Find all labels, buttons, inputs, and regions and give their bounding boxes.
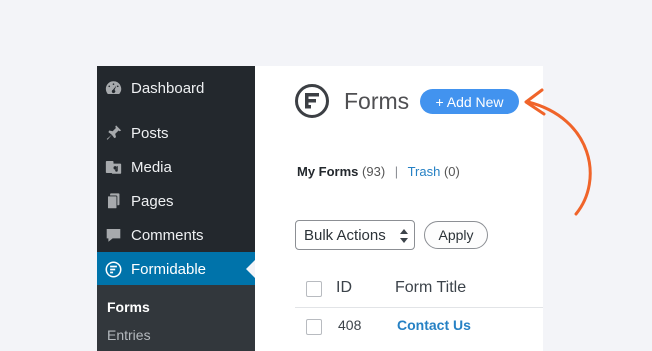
bulk-actions-select[interactable]: Bulk Actions [295, 220, 415, 250]
row-checkbox[interactable] [306, 319, 322, 335]
annotation-arrow-icon [524, 88, 592, 216]
sidebar-item-label: Dashboard [131, 79, 205, 97]
view-filter-links: My Forms (93) | Trash (0) [297, 164, 460, 179]
sidebar-item-formidable[interactable]: Formidable [97, 252, 255, 286]
sidebar-item-comments[interactable]: Comments [97, 218, 255, 252]
pin-icon [105, 125, 122, 142]
trash-link[interactable]: Trash [408, 164, 441, 179]
my-forms-count: (93) [362, 164, 386, 179]
formidable-submenu: Forms Entries [97, 285, 255, 351]
submenu-item-forms[interactable]: Forms [107, 299, 150, 315]
view-separator: | [394, 164, 399, 179]
sidebar-item-pages[interactable]: Pages [97, 184, 255, 218]
sidebar-item-label: Pages [131, 192, 174, 210]
column-header-id[interactable]: ID [336, 279, 352, 297]
sidebar-item-posts[interactable]: Posts [97, 116, 255, 150]
sidebar-item-label: Media [131, 158, 172, 176]
comment-icon [105, 227, 122, 244]
admin-sidebar: Dashboard Posts Media Pages Comments For… [97, 66, 255, 351]
select-all-checkbox[interactable] [306, 281, 322, 297]
sidebar-item-label: Formidable [131, 260, 207, 278]
bulk-actions-value: Bulk Actions [304, 226, 386, 244]
media-icon [105, 159, 122, 176]
sidebar-item-label: Posts [131, 124, 169, 142]
dashboard-icon [105, 80, 122, 97]
apply-button[interactable]: Apply [424, 221, 488, 249]
table-header: ID Form Title [295, 269, 543, 308]
form-id: 408 [338, 317, 362, 333]
sidebar-item-media[interactable]: Media [97, 150, 255, 184]
select-arrows-icon [400, 229, 408, 243]
submenu-item-entries[interactable]: Entries [107, 327, 151, 343]
sidebar-item-dashboard[interactable]: Dashboard [97, 71, 255, 105]
pages-icon [105, 193, 122, 210]
main-content: Forms + Add New My Forms (93) | Trash (0… [255, 66, 543, 351]
add-new-button[interactable]: + Add New [420, 89, 519, 114]
my-forms-link[interactable]: My Forms [297, 164, 358, 179]
sidebar-item-label: Comments [131, 226, 204, 244]
page-title: Forms [344, 88, 410, 114]
formidable-icon [105, 261, 122, 278]
trash-count: (0) [443, 164, 460, 179]
table-row: 408 Contact Us [295, 307, 543, 351]
formidable-logo-icon [294, 83, 330, 119]
column-header-form-title[interactable]: Form Title [395, 279, 466, 297]
form-title-link[interactable]: Contact Us [397, 317, 471, 333]
